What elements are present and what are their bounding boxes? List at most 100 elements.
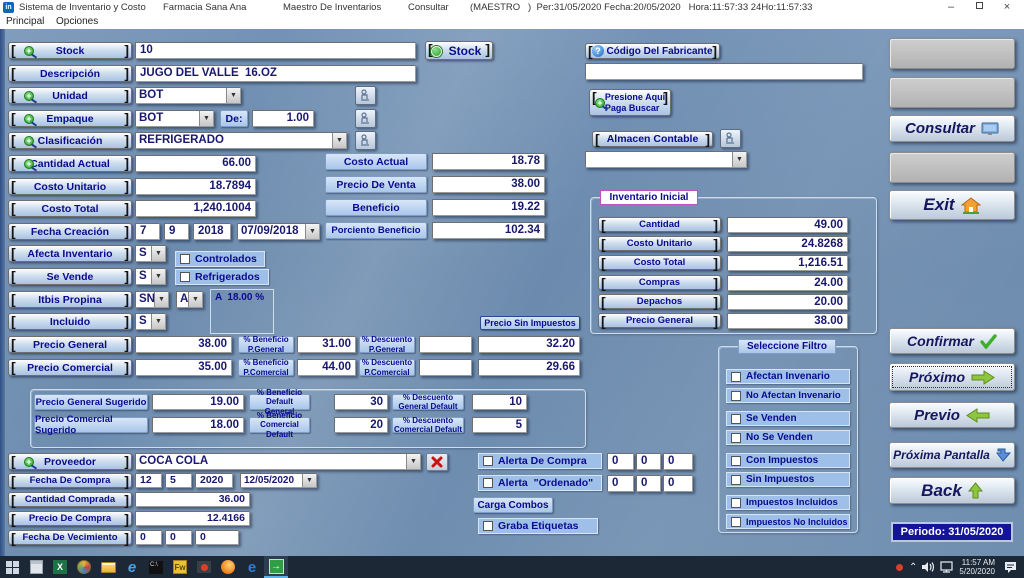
costo-unitario-label-button[interactable]: Costo Unitario <box>8 178 132 195</box>
incluido-select[interactable]: S▼ <box>135 313 166 330</box>
taskbar-clock[interactable]: 11:57 AM5/20/2020 <box>959 558 995 576</box>
graba-etiquetas-checkbox[interactable]: Graba Etiquetas <box>478 518 598 534</box>
precio-comercial-label-button[interactable]: Precio Comercial <box>8 359 132 376</box>
stock-search-button[interactable]: Stock <box>425 41 493 60</box>
fecha-compra-year-field[interactable]: 2020 <box>195 473 233 488</box>
empaque-label-button[interactable]: +Empaque <box>8 110 132 127</box>
checkbox-box[interactable] <box>731 517 741 527</box>
itbis-tipo-select[interactable]: A▼ <box>176 291 203 308</box>
checkbox-box[interactable] <box>731 372 741 382</box>
alerta-compra-field-3[interactable]: 0 <box>663 453 693 470</box>
ini-precio-general-field[interactable]: 38.00 <box>727 313 848 329</box>
proxima-pantalla-button[interactable]: Próxima Pantalla <box>889 442 1015 468</box>
ini-compras-field[interactable]: 24.00 <box>727 275 848 291</box>
unidad-lookup-button[interactable] <box>355 86 376 105</box>
back-button[interactable]: Back <box>889 477 1015 504</box>
chevron-down-icon[interactable]: ▼ <box>151 246 165 261</box>
descuento-pgeneral-field[interactable] <box>419 336 472 353</box>
start-button[interactable] <box>0 556 24 578</box>
chevron-down-icon[interactable]: ▼ <box>154 292 168 307</box>
ini-costo-total-field[interactable]: 1,216.51 <box>727 255 848 271</box>
beneficio-comercial-default-field[interactable]: 20 <box>334 417 388 433</box>
precio-de-venta-field[interactable]: 38.00 <box>432 176 545 193</box>
precio-compra-label-button[interactable]: Precio De Compra <box>8 511 132 526</box>
exit-button[interactable]: Exit <box>889 190 1015 220</box>
tray-alert-icon[interactable] <box>896 564 903 571</box>
porciento-beneficio-field[interactable]: 102.34 <box>432 222 545 239</box>
checkbox-box[interactable] <box>731 475 741 485</box>
precio-comercial-sugerido-field[interactable]: 18.00 <box>152 417 244 433</box>
checkbox-box[interactable] <box>731 498 741 508</box>
almacen-select[interactable]: ▼ <box>585 151 747 168</box>
chevron-down-icon[interactable]: ▼ <box>188 292 202 307</box>
chevron-down-icon[interactable]: ▼ <box>732 152 746 167</box>
consultar-button[interactable]: Consultar <box>889 115 1015 142</box>
taskbar-notepad-icon[interactable] <box>24 556 48 578</box>
taskbar-media-icon[interactable] <box>192 556 216 578</box>
checkbox-box[interactable] <box>180 254 190 264</box>
precio-compra-field[interactable]: 12.4166 <box>135 511 250 526</box>
checkbox-box[interactable] <box>731 414 741 424</box>
checkbox-box[interactable] <box>180 272 190 282</box>
chevron-down-icon[interactable]: ▼ <box>151 269 165 284</box>
beneficio-default-general-field[interactable]: 30 <box>334 394 388 410</box>
ini-costo-total-label-button[interactable]: Costo Total <box>598 255 721 270</box>
network-icon[interactable] <box>940 561 955 573</box>
se-vende-select[interactable]: S▼ <box>135 268 166 285</box>
filtro-impuestos-no-incluidos-checkbox[interactable]: Impuestos No Incluidos <box>726 514 850 529</box>
carga-combos-button[interactable]: Carga Combos <box>473 497 553 513</box>
proveedor-select[interactable]: COCA COLA▼ <box>135 453 421 470</box>
taskbar-ie-icon[interactable]: e <box>120 556 144 578</box>
chevron-down-icon[interactable]: ▼ <box>406 454 420 469</box>
maximize-button[interactable] <box>966 0 992 15</box>
fecha-compra-select[interactable]: 12/05/2020▼ <box>240 473 317 488</box>
alerta-ordenado-field-2[interactable]: 0 <box>636 475 661 492</box>
filtro-impuestos-incluidos-checkbox[interactable]: Impuestos Incluidos <box>726 495 850 510</box>
fecha-creacion-year-field[interactable]: 2018 <box>193 223 231 240</box>
taskbar-cmd-icon[interactable]: C:\ <box>144 556 168 578</box>
ini-depachos-label-button[interactable]: Depachos <box>598 294 721 309</box>
ini-costo-unitario-field[interactable]: 24.8268 <box>727 236 848 252</box>
chevron-down-icon[interactable]: ▼ <box>199 111 213 126</box>
taskbar-firefox-icon[interactable] <box>216 556 240 578</box>
clasificacion-label-button[interactable]: +Clasificación <box>8 132 132 149</box>
checkbox-box[interactable] <box>731 433 741 443</box>
chevron-down-icon[interactable]: ▼ <box>305 224 319 239</box>
proveedor-label-button[interactable]: +Proveedor <box>8 453 132 470</box>
almacen-contable-button[interactable]: Almacen Contable <box>592 131 713 147</box>
checkbox-box[interactable] <box>731 391 741 401</box>
fecha-vencimiento-day-field[interactable]: 0 <box>135 530 162 545</box>
costo-total-label-button[interactable]: Costo Total <box>8 200 132 217</box>
taskbar-active-app-icon[interactable]: → <box>264 556 288 578</box>
fecha-vencimiento-year-field[interactable]: 0 <box>195 530 239 545</box>
checkbox-box[interactable] <box>483 456 493 466</box>
presione-buscar-button[interactable]: +Presione Aqui Paga Buscar <box>589 89 671 116</box>
afecta-inventario-select[interactable]: S▼ <box>135 245 166 262</box>
empaque-select[interactable]: BOT▼ <box>135 110 214 127</box>
chevron-down-icon[interactable]: ▼ <box>302 474 316 487</box>
previo-button[interactable]: Previo <box>889 402 1015 428</box>
alerta-compra-checkbox[interactable]: Alerta De Compra <box>478 453 602 469</box>
alerta-ordenado-field-1[interactable]: 0 <box>607 475 634 492</box>
descripcion-field[interactable]: JUGO DEL VALLE 16.OZ <box>135 65 416 82</box>
fecha-compra-label-button[interactable]: Fecha De Compra <box>8 473 132 488</box>
costo-actual-field[interactable]: 18.78 <box>432 153 545 170</box>
fecha-creacion-select[interactable]: 07/09/2018▼ <box>237 223 320 240</box>
precio-general-label-button[interactable]: Precio General <box>8 336 132 353</box>
stock-label-button[interactable]: +Stock <box>8 42 132 59</box>
stock-field[interactable]: 10 <box>135 42 416 59</box>
refrigerados-checkbox[interactable]: Refrigerados <box>175 269 269 285</box>
afecta-inventario-label-button[interactable]: Afecta Inventario <box>8 245 132 262</box>
cantidad-comprada-field[interactable]: 36.00 <box>135 492 250 507</box>
filtro-se-venden-checkbox[interactable]: Se Venden <box>726 411 850 426</box>
volume-icon[interactable] <box>921 561 936 573</box>
checkbox-box[interactable] <box>731 456 741 466</box>
almacen-lookup-button[interactable] <box>720 129 741 148</box>
costo-unitario-field[interactable]: 18.7894 <box>135 178 256 195</box>
checkbox-box[interactable] <box>483 521 493 531</box>
se-vende-label-button[interactable]: Se Vende <box>8 268 132 285</box>
descuento-pcomercial-field[interactable] <box>419 359 472 376</box>
alerta-ordenado-checkbox[interactable]: Alerta "Ordenado" <box>478 475 602 491</box>
ini-compras-label-button[interactable]: Compras <box>598 275 721 290</box>
taskbar-excel-icon[interactable]: X <box>48 556 72 578</box>
